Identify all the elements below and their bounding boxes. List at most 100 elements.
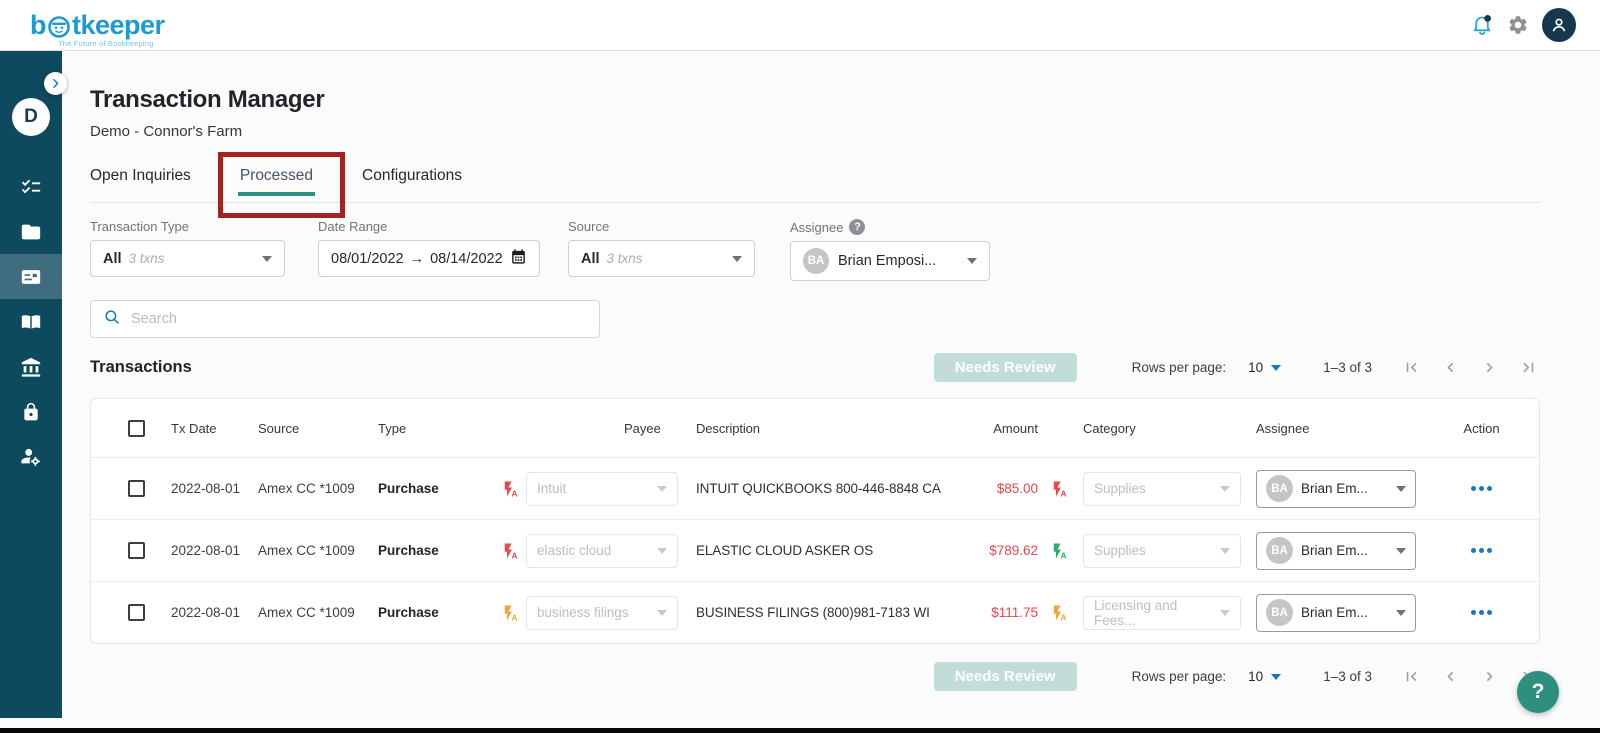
category-select[interactable]: Licensing and Fees... [1083, 595, 1241, 630]
help-button[interactable]: ? [1517, 671, 1559, 713]
next-page-icon[interactable] [1478, 356, 1501, 379]
assignee-label: Assignee [790, 219, 844, 235]
rows-per-page-select[interactable]: 10 [1248, 360, 1282, 375]
assignee-select[interactable]: BA Brian Em... [1256, 469, 1416, 508]
sidebar-expand-button[interactable] [44, 72, 67, 95]
tab-open-inquiries[interactable]: Open Inquiries [90, 167, 191, 187]
payee-select[interactable]: elastic cloud [526, 533, 678, 568]
chevron-down-icon [657, 547, 667, 554]
chevron-down-icon [1271, 364, 1282, 371]
column-header-action: Action [1463, 420, 1500, 436]
notifications-bell-icon[interactable] [1470, 13, 1494, 37]
rows-per-page-label: Rows per page: [1131, 360, 1227, 375]
assignee-select[interactable]: BA Brian Em... [1256, 593, 1416, 632]
row-actions-menu-icon[interactable] [1471, 610, 1492, 615]
flash-auto-icon: A [1050, 480, 1068, 498]
app-root: b tkeeper The Future of Bookkeeping D Tr… [0, 0, 1600, 733]
logo-text-keeper: tkeeper [72, 9, 165, 40]
column-header-assignee: Assignee [1256, 420, 1310, 436]
rows-per-page-select[interactable]: 10 [1248, 669, 1282, 684]
svg-text:A: A [1061, 551, 1067, 560]
row-checkbox[interactable] [128, 480, 145, 497]
needs-review-button[interactable]: Needs Review [933, 353, 1077, 382]
column-header-tx-date: Tx Date [171, 420, 217, 436]
sidebar-item-books[interactable] [0, 299, 62, 344]
chevron-down-icon [1220, 485, 1230, 492]
transaction-type-label: Transaction Type [90, 219, 189, 234]
tabs-divider [90, 202, 1540, 203]
botkeeper-logo[interactable]: b tkeeper The Future of Bookkeeping [30, 9, 165, 47]
sidebar-item-tasks[interactable] [0, 164, 62, 209]
last-page-icon[interactable] [1517, 356, 1540, 379]
category-select[interactable]: Supplies [1083, 533, 1241, 568]
card-icon [20, 266, 42, 288]
column-header-category: Category [1083, 420, 1136, 436]
flash-auto-icon: A [501, 604, 519, 622]
sidebar-item-user-management[interactable] [0, 434, 62, 479]
first-page-icon[interactable] [1400, 356, 1423, 379]
prev-page-icon[interactable] [1439, 356, 1462, 379]
account-avatar-icon[interactable] [1542, 8, 1576, 42]
transaction-type-select[interactable]: All 3 txns [90, 240, 285, 277]
tx-type: Purchase [378, 481, 439, 496]
row-actions-menu-icon[interactable] [1471, 486, 1492, 491]
row-actions-menu-icon[interactable] [1471, 548, 1492, 553]
tx-source: Amex CC *1009 [258, 605, 355, 620]
sidebar-item-transaction-manager[interactable] [0, 254, 62, 299]
prev-page-icon[interactable] [1439, 665, 1462, 688]
tx-source: Amex CC *1009 [258, 481, 355, 496]
payee-select[interactable]: Intuit [526, 471, 678, 506]
checklist-icon [20, 176, 42, 198]
tx-description: BUSINESS FILINGS (800)981-7183 WI [696, 605, 930, 620]
svg-text:A: A [1061, 489, 1067, 498]
needs-review-button[interactable]: Needs Review [933, 662, 1077, 691]
tab-configurations[interactable]: Configurations [362, 167, 462, 187]
column-header-amount: Amount [993, 420, 1038, 436]
page-title: Transaction Manager [90, 86, 325, 113]
date-range-input[interactable]: 08/01/2022 → 08/14/2022 [318, 240, 540, 277]
row-checkbox[interactable] [128, 604, 145, 621]
pagination-range: 1–3 of 3 [1323, 669, 1372, 684]
column-header-description: Description [696, 420, 760, 436]
source-label: Source [568, 219, 610, 234]
select-all-checkbox[interactable] [128, 419, 145, 437]
tx-description: ELASTIC CLOUD ASKER OS [696, 543, 874, 558]
user-gear-icon [20, 446, 42, 468]
calendar-icon [510, 248, 527, 269]
settings-gear-icon[interactable] [1507, 14, 1529, 36]
next-page-icon[interactable] [1478, 665, 1501, 688]
sidebar: D [0, 51, 62, 718]
chevron-down-icon [1396, 547, 1406, 554]
assignee-help-icon[interactable]: ? [849, 219, 866, 235]
logo-text-b: b [30, 9, 47, 40]
client-subtitle: Demo - Connor's Farm [90, 123, 243, 140]
tx-amount: $111.75 [991, 605, 1038, 620]
robot-face-icon [48, 15, 70, 38]
sidebar-item-documents[interactable] [0, 209, 62, 254]
payee-select[interactable]: business filings [526, 595, 678, 630]
assignee-avatar: BA [1266, 599, 1293, 626]
tab-processed[interactable]: Processed [237, 167, 316, 196]
assignee-avatar: BA [803, 248, 829, 274]
sidebar-item-banking[interactable] [0, 344, 62, 389]
assignee-avatar: BA [1266, 475, 1293, 502]
chevron-right-icon [53, 79, 59, 88]
row-checkbox[interactable] [128, 542, 145, 559]
assignee-select[interactable]: BA Brian Emposi... [790, 241, 990, 281]
assignee-select[interactable]: BA Brian Em... [1256, 531, 1416, 570]
category-select[interactable]: Supplies [1083, 471, 1241, 506]
table-header-row: Tx Date Source Type Payee Description Am… [91, 399, 1539, 457]
sidebar-client-avatar[interactable]: D [12, 98, 50, 136]
chevron-down-icon [1396, 609, 1406, 616]
svg-text:A: A [512, 551, 518, 560]
first-page-icon[interactable] [1400, 665, 1423, 688]
rows-per-page-label: Rows per page: [1131, 669, 1227, 684]
tx-amount: $789.62 [989, 543, 1038, 558]
tx-amount: $85.00 [996, 481, 1038, 496]
lock-icon [21, 402, 41, 422]
search-input[interactable] [131, 311, 587, 327]
svg-text:A: A [512, 489, 518, 498]
sidebar-item-security[interactable] [0, 389, 62, 434]
date-range-label: Date Range [318, 219, 388, 234]
source-select[interactable]: All 3 txns [568, 240, 755, 277]
